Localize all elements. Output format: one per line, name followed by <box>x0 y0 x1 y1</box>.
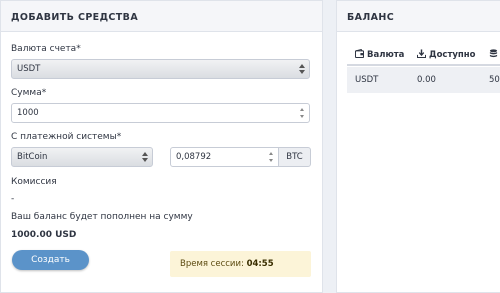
result-label: Ваш баланс будет пополнен на сумму <box>11 212 193 222</box>
row-currency-cell: USDT <box>355 75 379 85</box>
stepper-icon[interactable] <box>300 108 305 118</box>
stepper-icon[interactable] <box>269 152 274 162</box>
create-button[interactable]: Создать <box>12 250 89 270</box>
balance-title: БАЛАНС <box>347 12 395 23</box>
column-header-currency-label: Валюта <box>367 50 405 60</box>
balance-panel: БАЛАНС Валюта Доступно USDT 0.00 500 <box>336 0 500 293</box>
currency-label: Валюта счета* <box>11 44 81 54</box>
session-label: Время сессии: <box>180 259 244 269</box>
session-time: 04:55 <box>246 259 274 269</box>
column-header-third[interactable] <box>489 49 500 60</box>
amount-input-value: 1000 <box>17 108 39 118</box>
session-timer: Время сессии: 04:55 <box>170 251 311 277</box>
select-arrows-icon <box>299 63 305 75</box>
column-header-currency[interactable]: Валюта <box>354 48 405 60</box>
payment-system-select[interactable]: BitCoin <box>11 147 153 167</box>
amount-label: Сумма* <box>11 88 47 98</box>
select-arrows-icon <box>142 151 148 163</box>
column-header-available[interactable]: Доступно <box>416 49 476 60</box>
result-value: 1000.00 USD <box>11 230 77 240</box>
row-third-cell: 500 <box>489 75 500 85</box>
amount-input[interactable]: 1000 <box>11 103 310 123</box>
payment-system-value: BitCoin <box>17 152 48 162</box>
add-funds-panel: ДОБАВИТЬ СРЕДСТВА Валюта счета* USDT Сум… <box>0 0 323 293</box>
commission-value: - <box>11 194 15 204</box>
column-header-available-label: Доступно <box>429 50 476 60</box>
row-available-cell: 0.00 <box>417 75 436 85</box>
payment-system-label: С платежной системы* <box>11 132 122 142</box>
database-icon <box>489 49 498 58</box>
download-icon <box>416 49 427 59</box>
currency-select-value: USDT <box>17 64 41 74</box>
wallet-icon <box>354 48 365 59</box>
add-funds-title: ДОБАВИТЬ СРЕДСТВА <box>11 12 139 23</box>
commission-label: Комиссия <box>11 177 57 187</box>
currency-select[interactable]: USDT <box>11 59 310 79</box>
payment-amount-input[interactable]: 0,08792 <box>170 147 279 167</box>
payment-currency-addon: BTC <box>278 147 311 167</box>
table-header-divider <box>347 64 500 66</box>
payment-amount-value: 0,08792 <box>176 152 212 162</box>
